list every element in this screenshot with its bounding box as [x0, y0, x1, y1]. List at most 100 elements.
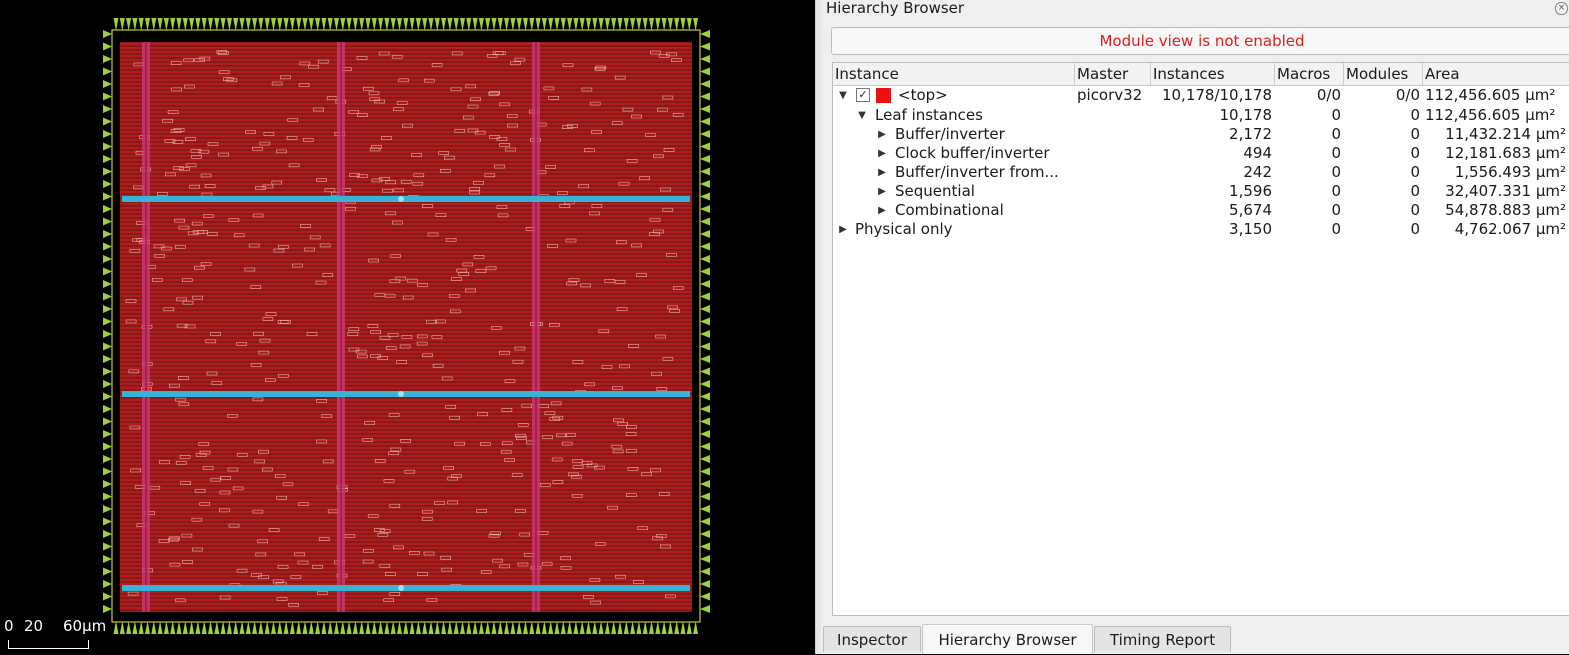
expand-arrow-icon[interactable]: ▶	[877, 182, 887, 201]
color-swatch[interactable]	[876, 88, 891, 103]
column-header-master[interactable]: Master	[1075, 63, 1151, 85]
io-pin	[700, 455, 710, 463]
io-pin	[422, 18, 428, 31]
io-pin	[245, 621, 251, 634]
io-pin	[103, 317, 112, 326]
io-pin	[497, 18, 503, 31]
io-pin	[504, 621, 510, 634]
io-pin	[415, 621, 421, 634]
tree-row-top[interactable]: ▼ ✓ <top> picorv32 10,178/10,178 0/0 0/0…	[833, 86, 1569, 105]
io-pin	[700, 430, 710, 438]
io-pin	[103, 580, 112, 588]
expand-arrow-icon[interactable]: ▶	[877, 201, 887, 220]
column-header-instances[interactable]: Instances	[1151, 63, 1275, 85]
io-pin	[365, 621, 371, 634]
io-pin	[157, 621, 163, 634]
io-pin	[700, 255, 710, 263]
io-pin	[504, 18, 510, 31]
io-pin	[214, 18, 220, 31]
expand-arrow-icon[interactable]: ▶	[838, 220, 848, 239]
io-pin	[189, 18, 195, 31]
close-icon[interactable]: ×	[1555, 2, 1568, 15]
io-pin	[592, 621, 598, 634]
io-pin	[700, 55, 710, 63]
scale-label-60: 60µm	[63, 617, 107, 635]
tree-row-buffer-inverter-from[interactable]: ▶ Buffer/inverter from... 242 0 0 1,556.…	[833, 163, 1569, 182]
io-pin	[541, 18, 547, 31]
expand-arrow-icon[interactable]: ▶	[877, 125, 887, 144]
io-pin	[220, 621, 226, 634]
column-header-modules[interactable]: Modules	[1344, 63, 1423, 85]
io-pin	[195, 18, 201, 31]
io-pin	[700, 67, 710, 76]
io-pin	[233, 621, 239, 634]
io-pin	[365, 18, 371, 31]
hierarchy-tree[interactable]: Instance Master Instances Macros Modules…	[832, 62, 1569, 616]
io-pin	[700, 592, 710, 601]
io-pin	[700, 305, 710, 313]
expand-arrow-icon[interactable]: ▶	[877, 163, 887, 182]
column-header-instance[interactable]: Instance	[833, 63, 1075, 85]
io-pin	[453, 18, 459, 31]
instances-count: 242	[1243, 163, 1272, 181]
io-pin	[103, 105, 112, 113]
io-pin	[700, 217, 710, 226]
modules-count: 0	[1410, 220, 1420, 238]
column-header-area[interactable]: Area	[1423, 63, 1569, 85]
io-pin	[667, 621, 673, 634]
expand-arrow-icon[interactable]: ▼	[838, 86, 848, 105]
io-pin	[252, 18, 258, 31]
area-value: 112,456.605 µm²	[1425, 86, 1556, 104]
visibility-checkbox[interactable]: ✓	[856, 88, 870, 102]
io-pin	[390, 18, 396, 31]
io-pin	[554, 18, 560, 31]
io-pin	[296, 18, 302, 31]
expand-arrow-icon[interactable]: ▼	[857, 106, 867, 125]
tree-row-clock-buffer-inverter[interactable]: ▶ Clock buffer/inverter 494 0 0 12,181.6…	[833, 144, 1569, 163]
instances-count: 5,674	[1229, 201, 1272, 219]
layout-viewer[interactable]: 0 20 60µm	[0, 0, 815, 654]
io-pin	[271, 18, 276, 31]
io-pin	[700, 230, 710, 238]
io-pin	[103, 367, 112, 376]
io-pin	[680, 18, 686, 31]
io-pin	[560, 18, 566, 31]
io-pin	[700, 155, 710, 163]
io-pin	[296, 621, 302, 634]
tab-hierarchy-browser[interactable]: Hierarchy Browser	[922, 624, 1093, 654]
io-pin	[642, 621, 648, 634]
expand-arrow-icon[interactable]: ▶	[877, 144, 887, 163]
tree-row-physical-only[interactable]: ▶ Physical only 3,150 0 0 4,762.067 µm²	[833, 220, 1569, 239]
io-pin	[700, 205, 710, 213]
die-area	[120, 42, 692, 612]
instances-count: 494	[1243, 144, 1272, 162]
tab-timing-report[interactable]: Timing Report	[1094, 626, 1231, 652]
io-pin	[700, 342, 710, 351]
module-view-banner[interactable]: Module view is not enabled	[831, 27, 1569, 55]
io-pin	[208, 18, 213, 31]
tab-inspector[interactable]: Inspector	[823, 626, 921, 652]
io-pin	[170, 621, 176, 634]
io-pin	[214, 621, 220, 634]
io-pin	[103, 292, 112, 301]
io-pin	[604, 621, 610, 634]
io-pin	[352, 621, 358, 634]
tree-row-buffer-inverter[interactable]: ▶ Buffer/inverter 2,172 0 0 11,432.214 µ…	[833, 125, 1569, 144]
macros-count: 0/0	[1316, 86, 1341, 104]
power-via	[398, 391, 404, 397]
tree-row-leaf-instances[interactable]: ▼ Leaf instances 10,178 0 0 112,456.605 …	[833, 106, 1569, 125]
io-pin	[252, 621, 258, 634]
io-pin	[649, 621, 654, 634]
io-pin	[700, 180, 710, 188]
io-pin	[686, 18, 692, 31]
column-header-macros[interactable]: Macros	[1275, 63, 1344, 85]
tree-row-combinational[interactable]: ▶ Combinational 5,674 0 0 54,878.883 µm²	[833, 201, 1569, 220]
io-pin	[397, 621, 402, 634]
io-pin	[103, 355, 112, 363]
io-pin	[103, 592, 112, 601]
io-pin	[264, 18, 270, 31]
io-pin	[390, 621, 396, 634]
chip-layout-canvas[interactable]	[0, 0, 815, 654]
tree-row-sequential[interactable]: ▶ Sequential 1,596 0 0 32,407.331 µm²	[833, 182, 1569, 201]
macros-count: 0	[1331, 220, 1341, 238]
